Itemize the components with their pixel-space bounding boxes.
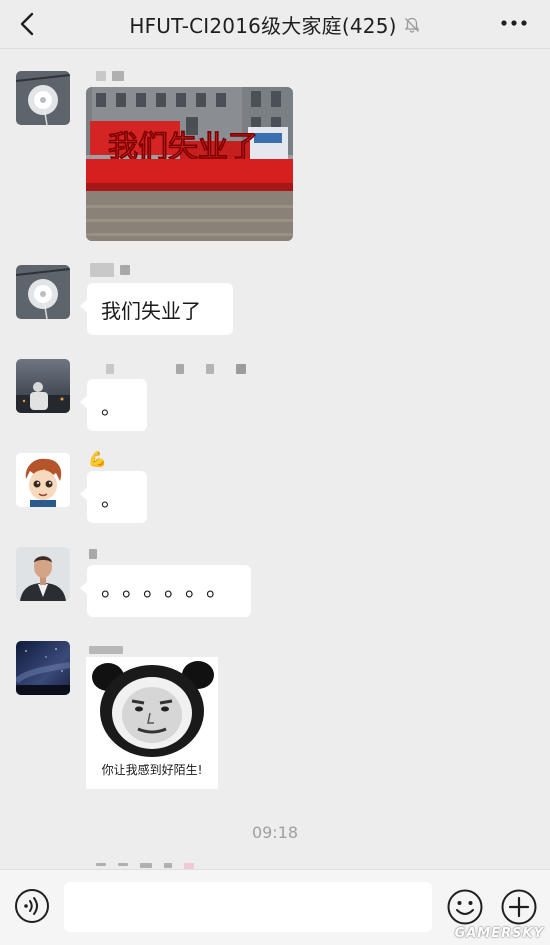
sticker-caption: 你让我感到好陌生!: [101, 763, 203, 777]
voice-icon: [15, 889, 49, 923]
message-text: 。: [101, 394, 121, 419]
sender-nickname: [90, 263, 130, 277]
emoji-button[interactable]: [446, 888, 484, 926]
message-bubble[interactable]: 。。。。。。: [80, 565, 251, 617]
message-timestamp: 09:18: [251, 823, 299, 842]
message-text: 。。。。。。: [101, 577, 239, 602]
sender-nickname: [89, 645, 123, 655]
message-input[interactable]: [64, 882, 432, 932]
input-bar: GAMERSKY: [0, 869, 550, 945]
message-text: 。: [101, 486, 121, 511]
image-message[interactable]: 我们失业了: [86, 87, 293, 241]
plus-icon: [501, 889, 537, 925]
panda-meme-icon: [86, 657, 218, 761]
sender-nickname: [106, 364, 246, 374]
flexed-biceps-emoji: 💪: [88, 450, 107, 468]
title-area: HFUT-CI2016级大家庭(425): [0, 10, 550, 38]
more-dots-icon: [501, 20, 527, 26]
chat-header: HFUT-CI2016级大家庭(425): [0, 0, 550, 49]
night-photo-avatar[interactable]: [16, 359, 70, 413]
sender-nickname: [89, 549, 97, 559]
message-bubble[interactable]: 我们失业了: [80, 283, 233, 335]
chat-title: HFUT-CI2016级大家庭(425): [129, 13, 397, 38]
message-list[interactable]: 我们失业了 我们失业了 。 💪 。 。。。。。。 你让我感到好陌生! 09:18: [0, 49, 550, 869]
man-suit-avatar[interactable]: [16, 547, 70, 601]
sender-nickname: [96, 71, 124, 81]
sticker-message[interactable]: 你让我感到好陌生!: [86, 657, 218, 789]
more-functions-button[interactable]: [500, 888, 538, 926]
bell-mute-icon: [404, 17, 419, 33]
message-text: 我们失业了: [101, 298, 201, 323]
dandelion-avatar[interactable]: [16, 265, 70, 319]
more-button[interactable]: [498, 11, 530, 35]
dandelion-avatar[interactable]: [16, 71, 70, 125]
watermark: GAMERSKY: [454, 926, 544, 941]
cartoon-avatar[interactable]: [16, 453, 70, 507]
starry-sky-avatar[interactable]: [16, 641, 70, 695]
voice-button[interactable]: [14, 888, 50, 924]
message-bubble[interactable]: 。: [80, 379, 147, 431]
emoji-icon: [447, 889, 483, 925]
message-bubble[interactable]: 。: [80, 471, 147, 523]
sender-nickname: 💪: [88, 449, 107, 469]
